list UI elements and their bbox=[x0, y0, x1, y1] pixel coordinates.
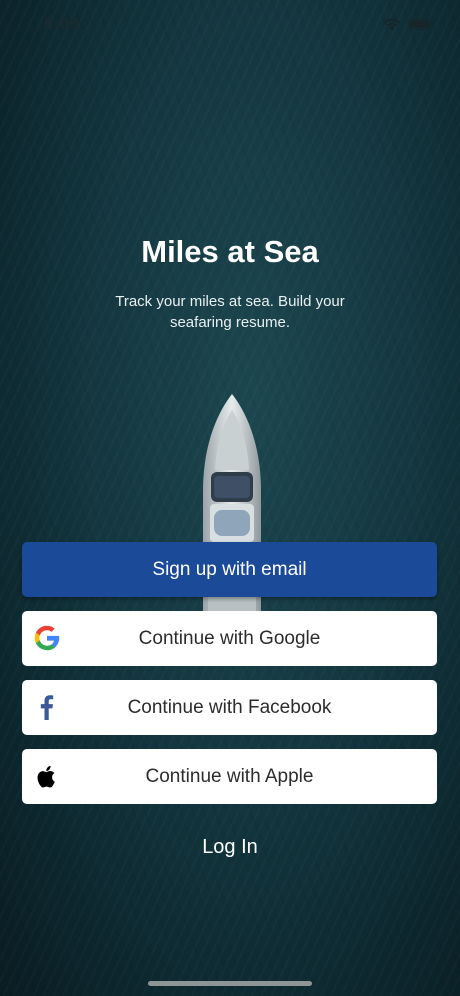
continue-google-label: Continue with Google bbox=[138, 627, 321, 649]
home-indicator bbox=[148, 981, 312, 986]
apple-icon bbox=[33, 762, 61, 790]
continue-apple-button[interactable]: Continue with Apple bbox=[22, 749, 437, 804]
status-bar: 6:09 bbox=[0, 0, 460, 52]
continue-facebook-label: Continue with Facebook bbox=[127, 696, 332, 718]
wifi-icon bbox=[383, 18, 401, 31]
app-subtitle: Track your miles at sea. Build your seaf… bbox=[115, 293, 345, 331]
continue-apple-label: Continue with Apple bbox=[145, 765, 314, 787]
continue-google-button[interactable]: Continue with Google bbox=[22, 611, 437, 666]
facebook-icon bbox=[33, 693, 61, 721]
sign-up-email-label: Sign up with email bbox=[152, 558, 307, 580]
continue-facebook-button[interactable]: Continue with Facebook bbox=[22, 680, 437, 735]
sign-up-email-button[interactable]: Sign up with email bbox=[22, 542, 437, 597]
battery-icon bbox=[408, 18, 434, 30]
google-icon bbox=[33, 624, 61, 652]
onboarding-screen: 6:09 Miles at Sea Track your miles at se… bbox=[0, 0, 460, 996]
status-time: 6:09 bbox=[44, 14, 80, 33]
app-title: Miles at Sea bbox=[141, 234, 319, 269]
log-in-link[interactable]: Log In bbox=[0, 836, 460, 859]
